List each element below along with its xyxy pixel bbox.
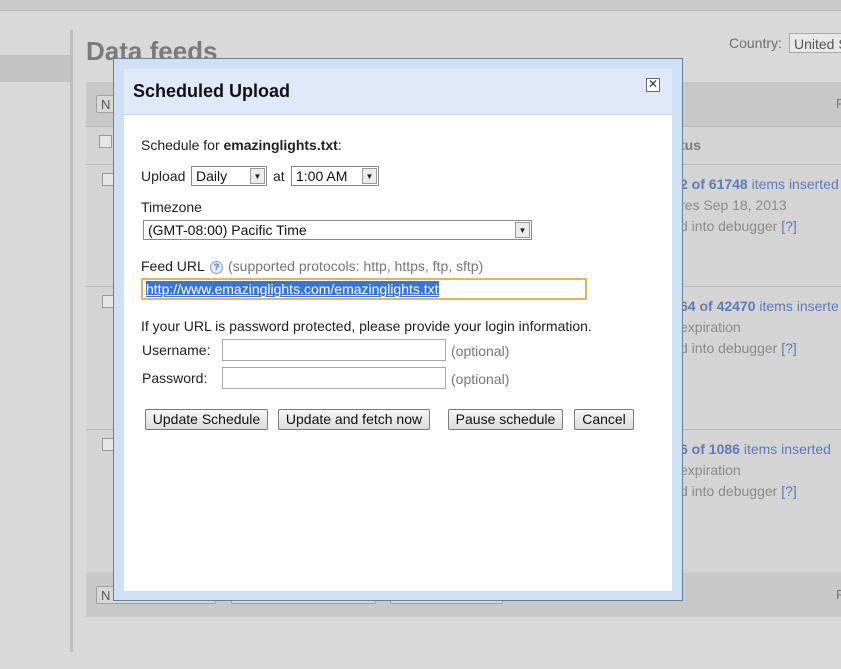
password-note: If your URL is password protected, pleas… bbox=[141, 318, 592, 334]
left-nav-selected-item[interactable] bbox=[0, 55, 70, 82]
top-bar bbox=[0, 0, 841, 11]
username-field[interactable] bbox=[222, 339, 446, 361]
row-debugger: d into debugger [?] bbox=[680, 218, 797, 234]
feed-url-label: Feed URL bbox=[141, 258, 205, 274]
update-and-fetch-now-button[interactable]: Update and fetch now bbox=[278, 409, 430, 430]
select-all-checkbox[interactable] bbox=[99, 135, 112, 148]
help-icon[interactable]: ? bbox=[210, 261, 223, 274]
schedule-for-line: Schedule for emazinglights.txt: bbox=[141, 137, 342, 153]
left-nav-divider bbox=[70, 30, 73, 652]
scheduled-upload-dialog: Scheduled Upload ✕ Schedule for emazingl… bbox=[113, 58, 683, 601]
update-schedule-button[interactable]: Update Schedule bbox=[145, 409, 268, 430]
protocols-note: (supported protocols: http, https, ftp, … bbox=[228, 258, 484, 274]
upload-frequency-select[interactable]: Daily ▼ bbox=[191, 166, 267, 186]
feed-url-input[interactable]: http://www.emazinglights.com/emazingligh… bbox=[141, 278, 587, 300]
row-expiry: res Sep 18, 2013 bbox=[680, 197, 787, 213]
cancel-button[interactable]: Cancel bbox=[574, 409, 634, 430]
toolbar-right-label: F bbox=[836, 587, 841, 602]
username-label: Username: bbox=[142, 342, 211, 358]
chevron-down-icon: ▼ bbox=[362, 168, 377, 184]
row-debugger: d into debugger [?] bbox=[680, 483, 797, 499]
table-row: 6 of 1086 items inserted bbox=[680, 441, 831, 457]
password-optional-label: (optional) bbox=[451, 371, 510, 387]
status-column-header: tus bbox=[680, 137, 701, 153]
debugger-help-link[interactable]: [?] bbox=[781, 483, 797, 499]
country-label: Country: bbox=[729, 35, 782, 51]
dialog-title: Scheduled Upload bbox=[133, 81, 291, 101]
row-debugger: d into debugger [?] bbox=[680, 340, 797, 356]
username-optional-label: (optional) bbox=[451, 343, 510, 359]
country-select[interactable]: United S bbox=[789, 33, 841, 53]
table-row: 2 of 61748 items inserted bbox=[680, 176, 839, 192]
upload-label: Upload bbox=[141, 168, 186, 184]
toolbar-right-label: F bbox=[836, 96, 841, 111]
table-row: 64 of 42470 items inserte bbox=[680, 298, 839, 314]
dialog-header: Scheduled Upload ✕ bbox=[124, 69, 672, 115]
password-label: Password: bbox=[142, 370, 208, 386]
timezone-select[interactable]: (GMT-08:00) Pacific Time ▼ bbox=[143, 220, 532, 240]
password-field[interactable] bbox=[222, 367, 446, 389]
chevron-down-icon: ▼ bbox=[250, 168, 265, 184]
feed-url-selected-text: http://www.emazinglights.com/emazingligh… bbox=[146, 281, 439, 297]
pause-schedule-button[interactable]: Pause schedule bbox=[448, 409, 563, 430]
feed-file-name: emazinglights.txt bbox=[223, 137, 338, 153]
debugger-help-link[interactable]: [?] bbox=[781, 218, 797, 234]
at-label: at bbox=[273, 168, 285, 184]
timezone-label: Timezone bbox=[141, 199, 202, 215]
chevron-down-icon: ▼ bbox=[515, 222, 530, 238]
close-icon[interactable]: ✕ bbox=[646, 78, 660, 92]
row-expiry: expiration bbox=[680, 319, 741, 335]
upload-time-select[interactable]: 1:00 AM ▼ bbox=[291, 166, 379, 186]
debugger-help-link[interactable]: [?] bbox=[781, 340, 797, 356]
row-expiry: expiration bbox=[680, 462, 741, 478]
